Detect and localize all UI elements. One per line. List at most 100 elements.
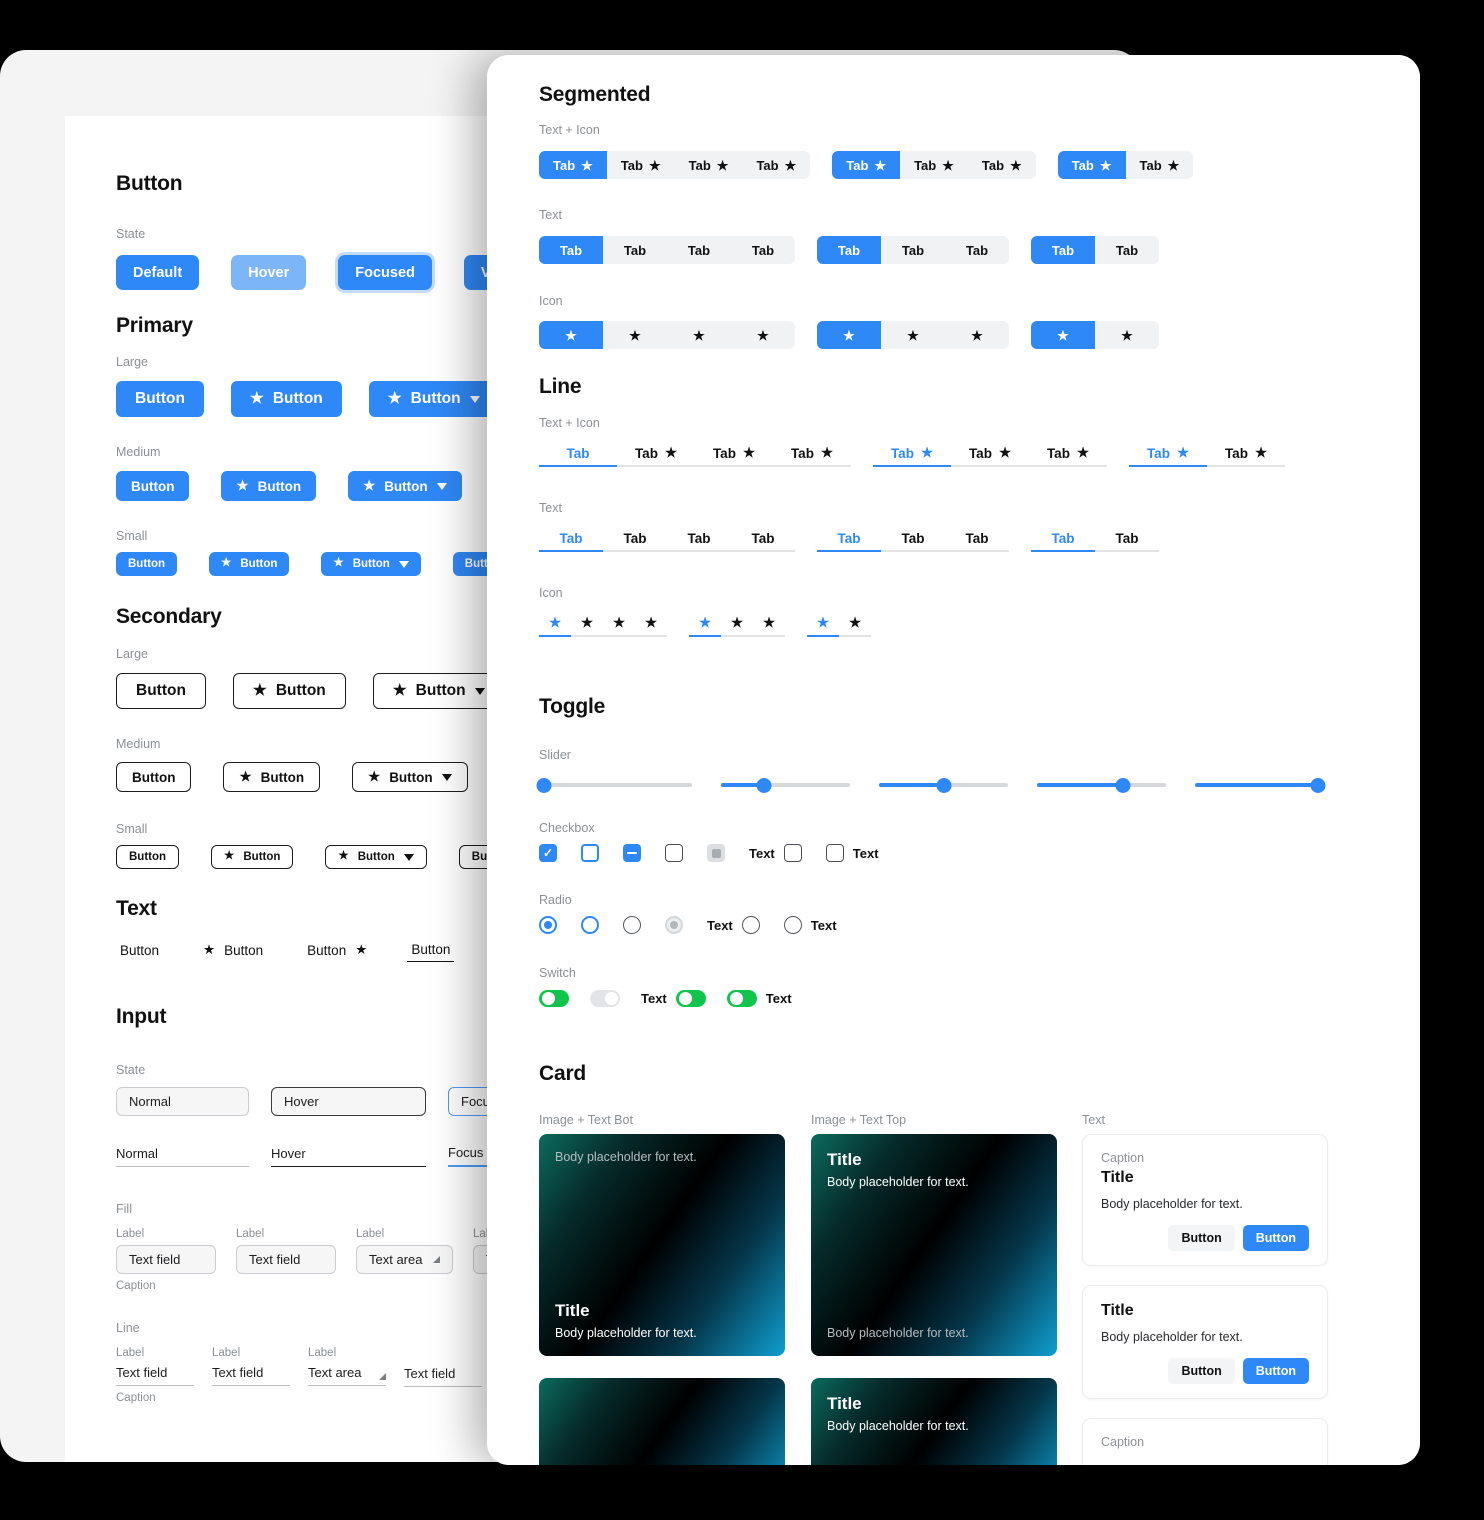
primary-medium-icon-caret-button[interactable]: ★ Button xyxy=(348,471,462,501)
line-tab[interactable]: ★ xyxy=(539,611,571,637)
line-tab[interactable]: Tab ★ xyxy=(773,441,851,467)
primary-small-icon-button[interactable]: ★ Button xyxy=(209,552,290,576)
primary-large-icon-button[interactable]: ★ Button xyxy=(230,381,342,417)
slider-knob[interactable] xyxy=(756,778,772,793)
line-tab[interactable]: ★ xyxy=(571,611,603,637)
radio-outline-blue[interactable] xyxy=(581,916,599,934)
line-tab[interactable]: ★ xyxy=(721,611,753,637)
line-tab[interactable]: Tab xyxy=(731,526,795,552)
resize-handle-icon[interactable] xyxy=(433,1256,440,1263)
segmented-tab[interactable]: ★ xyxy=(1031,321,1095,349)
slider-50[interactable] xyxy=(879,778,1008,793)
line-tab[interactable]: ★ xyxy=(603,611,635,637)
line-tab[interactable]: Tab ★ xyxy=(951,441,1029,467)
segmented-tab[interactable]: Tab xyxy=(603,236,667,264)
segmented-tab[interactable]: Tab xyxy=(881,236,945,264)
primary-medium-button[interactable]: Button xyxy=(116,471,190,501)
secondary-small-icon-button[interactable]: ★ Button xyxy=(211,845,294,869)
primary-small-button[interactable]: Button xyxy=(116,552,178,576)
segmented-tab[interactable]: Tab xyxy=(539,236,603,264)
line-tab[interactable]: Tab xyxy=(817,526,881,552)
radio-selected[interactable] xyxy=(539,916,557,934)
segmented-tab[interactable]: Tab xyxy=(1031,236,1095,264)
line-tab[interactable]: Tab xyxy=(1095,526,1159,552)
line-tab[interactable]: ★ xyxy=(689,611,721,637)
line-tab[interactable]: Tab xyxy=(881,526,945,552)
card-image-plain[interactable] xyxy=(539,1378,785,1465)
segmented-tab[interactable]: ★ xyxy=(881,321,945,349)
switch-with-leading-text[interactable]: Text xyxy=(641,990,706,1007)
slider-knob[interactable] xyxy=(1115,778,1131,793)
line-tab[interactable]: ★ xyxy=(635,611,667,637)
segmented-tab[interactable]: Tab ★ xyxy=(742,151,810,179)
secondary-large-icon-button[interactable]: ★ Button xyxy=(232,673,346,709)
card-primary-button[interactable]: Button xyxy=(1242,1358,1309,1384)
line-tab[interactable]: Tab ★ xyxy=(695,441,773,467)
radio-trailing[interactable] xyxy=(741,916,760,934)
checkbox-with-trailing-text[interactable]: Text xyxy=(825,844,879,862)
button-state-default[interactable]: Default xyxy=(116,255,200,290)
checkbox-outline-blue[interactable] xyxy=(581,844,599,862)
checkbox-outline-dark[interactable] xyxy=(665,844,683,862)
segmented-tab[interactable]: Tab xyxy=(945,236,1009,264)
resize-handle-icon[interactable] xyxy=(379,1373,386,1380)
card-text-2[interactable]: Title Body placeholder for text. Button … xyxy=(1082,1285,1328,1399)
switch-off[interactable] xyxy=(590,990,620,1007)
line-tab[interactable]: ★ xyxy=(807,611,839,637)
segmented-tab[interactable]: ★ xyxy=(731,321,795,349)
slider-0[interactable] xyxy=(536,778,692,793)
fill-text-field-1[interactable]: Text field xyxy=(116,1245,216,1274)
slider-knob[interactable] xyxy=(536,778,552,793)
line-tab[interactable]: Tab xyxy=(539,441,617,467)
slider-100[interactable] xyxy=(1195,778,1326,793)
secondary-medium-icon-button[interactable]: ★ Button xyxy=(223,762,321,792)
checkbox-checked[interactable]: ✓ xyxy=(539,844,557,862)
line-tab[interactable]: ★ xyxy=(839,611,871,637)
secondary-large-button[interactable]: Button xyxy=(116,673,206,709)
primary-large-icon-caret-button[interactable]: ★ Button xyxy=(368,381,499,417)
segmented-tab[interactable]: ★ xyxy=(1095,321,1159,349)
segmented-tab[interactable]: Tab xyxy=(731,236,795,264)
line-tab[interactable]: Tab xyxy=(603,526,667,552)
checkbox-trailing[interactable] xyxy=(783,844,802,862)
segmented-tab[interactable]: ★ xyxy=(667,321,731,349)
slider-30[interactable] xyxy=(721,778,850,793)
checkbox-leading[interactable] xyxy=(825,844,844,862)
primary-medium-icon-button[interactable]: ★ Button xyxy=(221,471,317,501)
segmented-tab[interactable]: Tab ★ xyxy=(832,151,901,179)
line-tab[interactable]: Tab ★ xyxy=(617,441,695,467)
button-state-focused[interactable]: Focused xyxy=(338,255,432,290)
radio-outline-dark[interactable] xyxy=(623,916,641,934)
segmented-tab[interactable]: Tab xyxy=(817,236,881,264)
segmented-tab[interactable]: Tab ★ xyxy=(968,151,1036,179)
segmented-tab[interactable]: ★ xyxy=(945,321,1009,349)
switch-with-trailing-text[interactable]: Text xyxy=(726,990,792,1007)
secondary-large-icon-caret-button[interactable]: ★ Button xyxy=(372,673,505,709)
input-normal[interactable]: Normal xyxy=(116,1087,249,1116)
segmented-tab[interactable]: ★ xyxy=(539,321,603,349)
line-text-area[interactable]: Text area xyxy=(308,1365,386,1386)
segmented-tab[interactable]: ★ xyxy=(603,321,667,349)
slider-knob[interactable] xyxy=(1310,778,1326,793)
radio-with-trailing-text[interactable]: Text xyxy=(783,916,837,934)
secondary-small-button[interactable]: Button xyxy=(116,845,180,869)
segmented-tab[interactable]: Tab ★ xyxy=(675,151,743,179)
segmented-tab[interactable]: Tab ★ xyxy=(607,151,675,179)
primary-large-button[interactable]: Button xyxy=(116,381,204,417)
secondary-small-icon-caret-button[interactable]: ★ Button xyxy=(325,845,427,869)
card-primary-button[interactable]: Button xyxy=(1242,1225,1309,1251)
card-secondary-button[interactable]: Button xyxy=(1168,1225,1235,1251)
segmented-tab[interactable]: Tab ★ xyxy=(900,151,968,179)
segmented-tab[interactable]: Tab ★ xyxy=(1126,151,1194,179)
line-tab[interactable]: ★ xyxy=(753,611,785,637)
line-text-field-2[interactable]: Text field xyxy=(212,1365,290,1386)
line-tab[interactable]: Tab ★ xyxy=(873,441,951,467)
input-line-hover[interactable]: Hover xyxy=(271,1146,426,1167)
segmented-tab[interactable]: Tab ★ xyxy=(1057,151,1126,179)
text-button-underlined[interactable]: Button xyxy=(407,938,455,962)
input-line-normal[interactable]: Normal xyxy=(116,1146,249,1167)
line-tab[interactable]: Tab xyxy=(539,526,603,552)
fill-text-area[interactable]: Text area xyxy=(356,1245,453,1274)
switch-leading[interactable] xyxy=(726,990,757,1007)
card-image-text-bottom[interactable]: Body placeholder for text. Title Body pl… xyxy=(539,1134,785,1356)
